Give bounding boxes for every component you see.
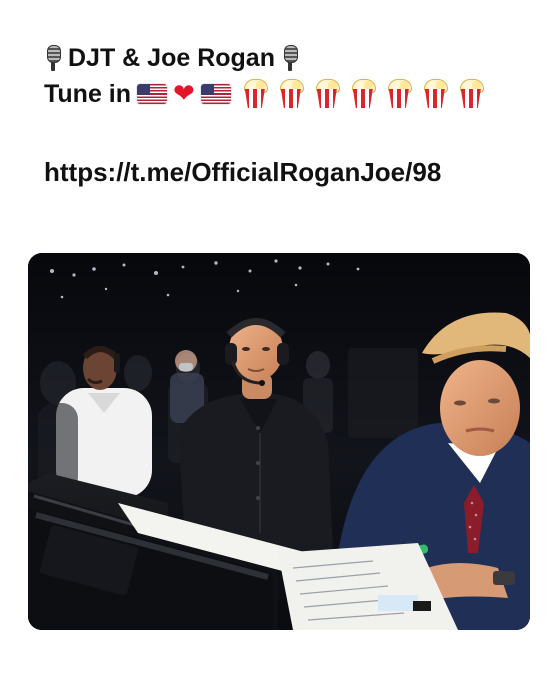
studio-microphone-icon (44, 44, 62, 72)
video-frame[interactable] (28, 253, 530, 630)
popcorn-icon (387, 79, 412, 109)
popcorn-icon (315, 79, 340, 109)
popcorn-icon (243, 79, 268, 109)
popcorn-icon (459, 79, 484, 109)
popcorn-icon (423, 79, 448, 109)
us-flag-icon (200, 84, 231, 104)
studio-microphone-icon (281, 44, 299, 72)
telegram-link[interactable]: https://t.me/OfficialRoganJoe/98 (44, 154, 441, 190)
us-flag-icon (137, 84, 168, 104)
popcorn-icon (351, 79, 376, 109)
post-text: DJT & Joe Rogan Tune in ❤ (44, 40, 544, 112)
tune-in-line: Tune in ❤ (44, 76, 544, 112)
red-heart-icon: ❤ (173, 79, 195, 109)
title-line: DJT & Joe Rogan (44, 40, 544, 76)
tune-in-text: Tune in (44, 80, 132, 108)
popcorn-icon (279, 79, 304, 109)
title-text: DJT & Joe Rogan (68, 44, 275, 72)
commentators-photo (28, 253, 530, 630)
